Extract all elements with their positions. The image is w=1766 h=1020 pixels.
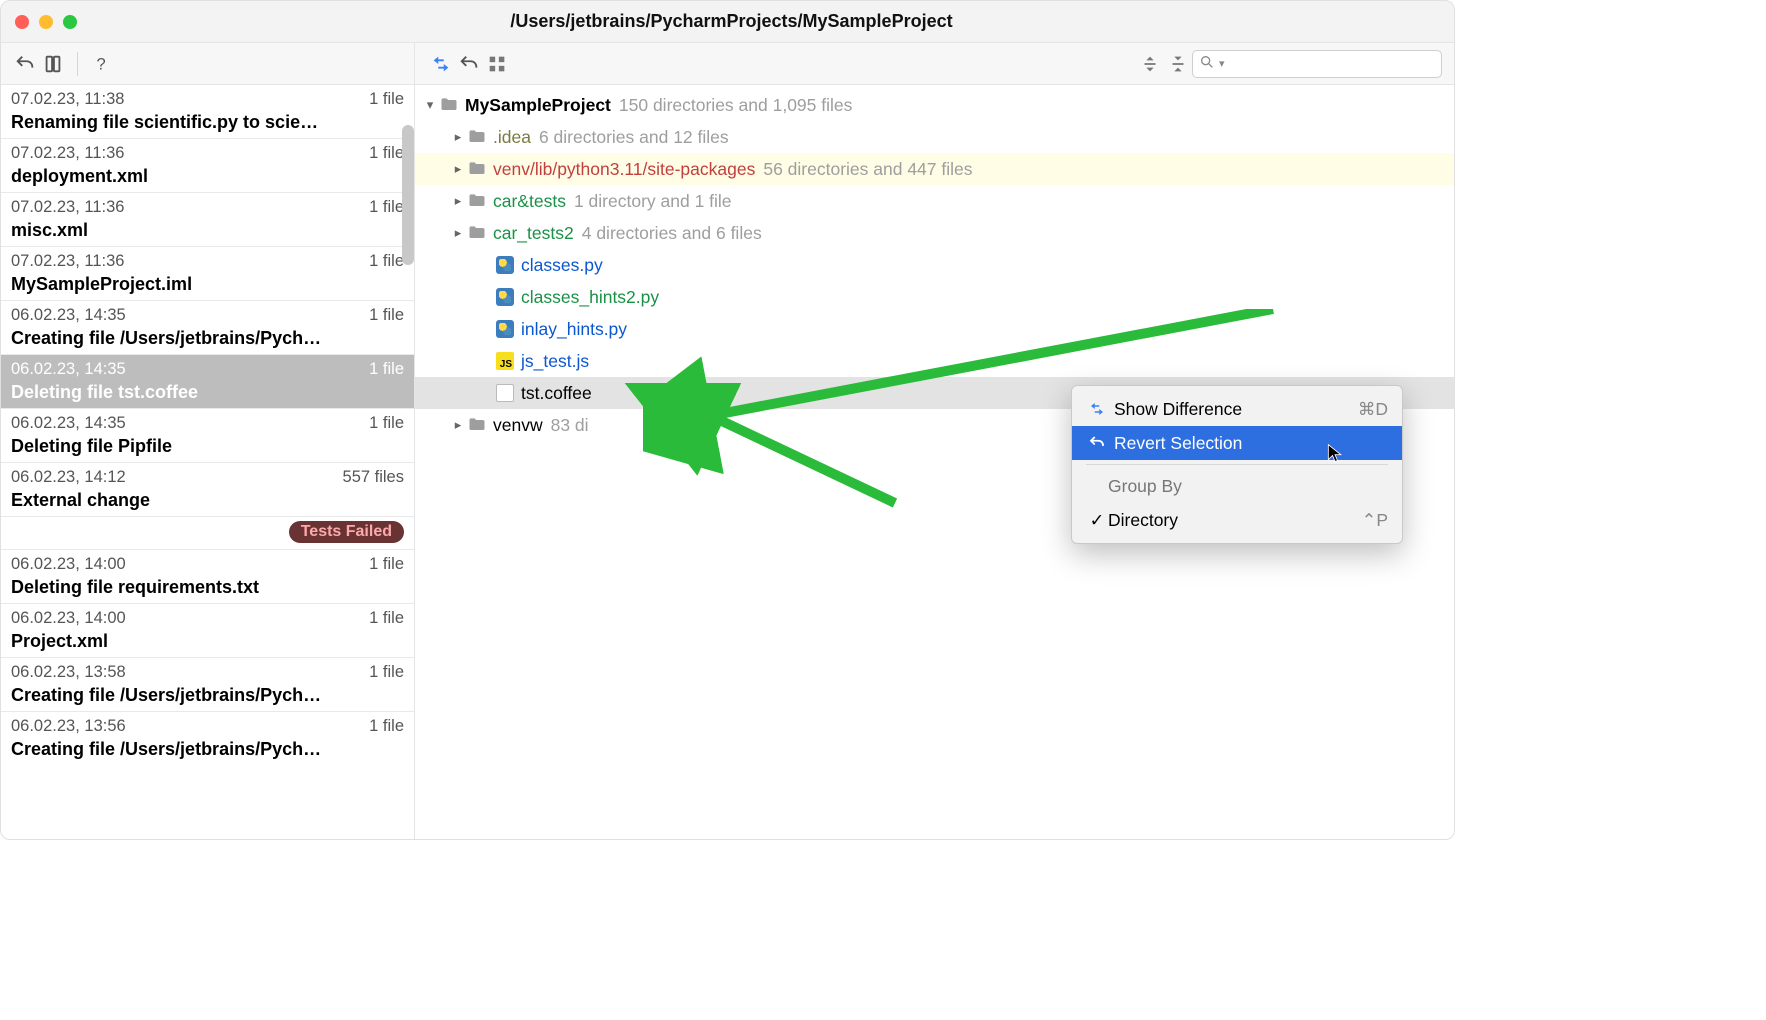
collapse-all-icon[interactable] (1164, 50, 1192, 78)
python-file-icon (495, 255, 515, 275)
chevron-right-icon[interactable]: ▸ (449, 417, 467, 433)
traffic-lights (15, 15, 77, 29)
svg-text:?: ? (97, 55, 106, 73)
expand-all-icon[interactable] (1136, 50, 1164, 78)
compare-arrows-icon (1086, 400, 1108, 418)
window: /Users/jetbrains/PycharmProjects/MySampl… (0, 0, 1455, 840)
compare-arrows-icon[interactable] (427, 50, 455, 78)
badge-row: Tests Failed (1, 516, 414, 549)
tree-file[interactable]: ▸ classes.py (415, 249, 1454, 281)
chevron-right-icon[interactable]: ▸ (449, 225, 467, 241)
file-icon (495, 383, 515, 403)
tree-node[interactable]: ▸ venv/lib/python3.11/site-packages 56 d… (415, 153, 1454, 185)
folder-icon (439, 95, 459, 115)
menu-group-by-directory[interactable]: ✓ Directory ⌃P (1072, 503, 1402, 537)
content-toolbar: ▾ (415, 43, 1454, 85)
window-title: /Users/jetbrains/PycharmProjects/MySampl… (77, 11, 1386, 32)
search-icon (1199, 54, 1215, 74)
python-file-icon (495, 319, 515, 339)
zoom-window-button[interactable] (63, 15, 77, 29)
tree-file[interactable]: ▸ inlay_hints.py (415, 313, 1454, 345)
tests-failed-badge: Tests Failed (289, 521, 404, 543)
tree-root[interactable]: ▾ MySampleProject 150 directories and 1,… (415, 89, 1454, 121)
tree-file[interactable]: ▸ JS js_test.js (415, 345, 1454, 377)
history-row[interactable]: 07.02.23, 11:361 file MySampleProject.im… (1, 246, 414, 300)
titlebar: /Users/jetbrains/PycharmProjects/MySampl… (1, 1, 1454, 43)
history-row[interactable]: 06.02.23, 14:001 file Deleting file requ… (1, 549, 414, 603)
tree-node[interactable]: ▸ car_tests2 4 directories and 6 files (415, 217, 1454, 249)
scrollbar-thumb[interactable] (402, 125, 414, 265)
search-field[interactable]: ▾ (1192, 50, 1442, 78)
folder-icon (467, 127, 487, 147)
mouse-cursor-icon (1325, 443, 1345, 467)
checkmark-icon: ✓ (1086, 510, 1108, 531)
revert-icon[interactable] (455, 50, 483, 78)
history-row[interactable]: 06.02.23, 13:581 file Creating file /Use… (1, 657, 414, 711)
chevron-right-icon[interactable]: ▸ (449, 129, 467, 145)
menu-group-by-header: Group By (1072, 469, 1402, 503)
search-input[interactable] (1225, 54, 1435, 73)
history-list[interactable]: 07.02.23, 11:381 file Renaming file scie… (1, 85, 414, 765)
history-row[interactable]: 07.02.23, 11:381 file Renaming file scie… (1, 85, 414, 138)
folder-icon (467, 191, 487, 211)
chevron-right-icon[interactable]: ▸ (449, 161, 467, 177)
history-sidebar: ? 07.02.23, 11:381 file Renaming file sc… (1, 43, 415, 839)
menu-show-difference[interactable]: Show Difference ⌘D (1072, 392, 1402, 426)
menu-revert-selection[interactable]: Revert Selection (1072, 426, 1402, 460)
history-row[interactable]: 06.02.23, 13:561 file Creating file /Use… (1, 711, 414, 765)
content-panel: ▾ ▾ MySampleProject 150 directories and … (415, 43, 1454, 839)
context-menu: Show Difference ⌘D Revert Selection Grou… (1071, 385, 1403, 544)
sidebar-toolbar: ? (1, 43, 414, 85)
history-row[interactable]: 07.02.23, 11:361 file deployment.xml (1, 138, 414, 192)
history-row-selected[interactable]: 06.02.23, 14:351 file Deleting file tst.… (1, 354, 414, 408)
chevron-right-icon[interactable]: ▸ (449, 193, 467, 209)
history-row[interactable]: 06.02.23, 14:001 file Project.xml (1, 603, 414, 657)
minimize-window-button[interactable] (39, 15, 53, 29)
chevron-down-icon[interactable]: ▾ (421, 97, 439, 113)
tree-node[interactable]: ▸ .idea 6 directories and 12 files (415, 121, 1454, 153)
history-row[interactable]: 07.02.23, 11:361 file misc.xml (1, 192, 414, 246)
folder-icon (467, 159, 487, 179)
tree-node[interactable]: ▸ car&tests 1 directory and 1 file (415, 185, 1454, 217)
undo-icon (1086, 434, 1108, 452)
python-file-icon (495, 287, 515, 307)
tree-file[interactable]: ▸ classes_hints2.py (415, 281, 1454, 313)
close-window-button[interactable] (15, 15, 29, 29)
history-row[interactable]: 06.02.23, 14:351 file Creating file /Use… (1, 300, 414, 354)
js-file-icon: JS (495, 351, 515, 371)
folder-icon (467, 415, 487, 435)
main: ? 07.02.23, 11:381 file Renaming file sc… (1, 43, 1454, 839)
help-icon[interactable]: ? (88, 50, 116, 78)
folder-icon (467, 223, 487, 243)
undo-icon[interactable] (11, 50, 39, 78)
history-row[interactable]: 06.02.23, 14:351 file Deleting file Pipf… (1, 408, 414, 462)
diff-icon[interactable] (39, 50, 67, 78)
group-by-icon[interactable] (483, 50, 511, 78)
history-row[interactable]: 06.02.23, 14:12557 files External change (1, 462, 414, 516)
